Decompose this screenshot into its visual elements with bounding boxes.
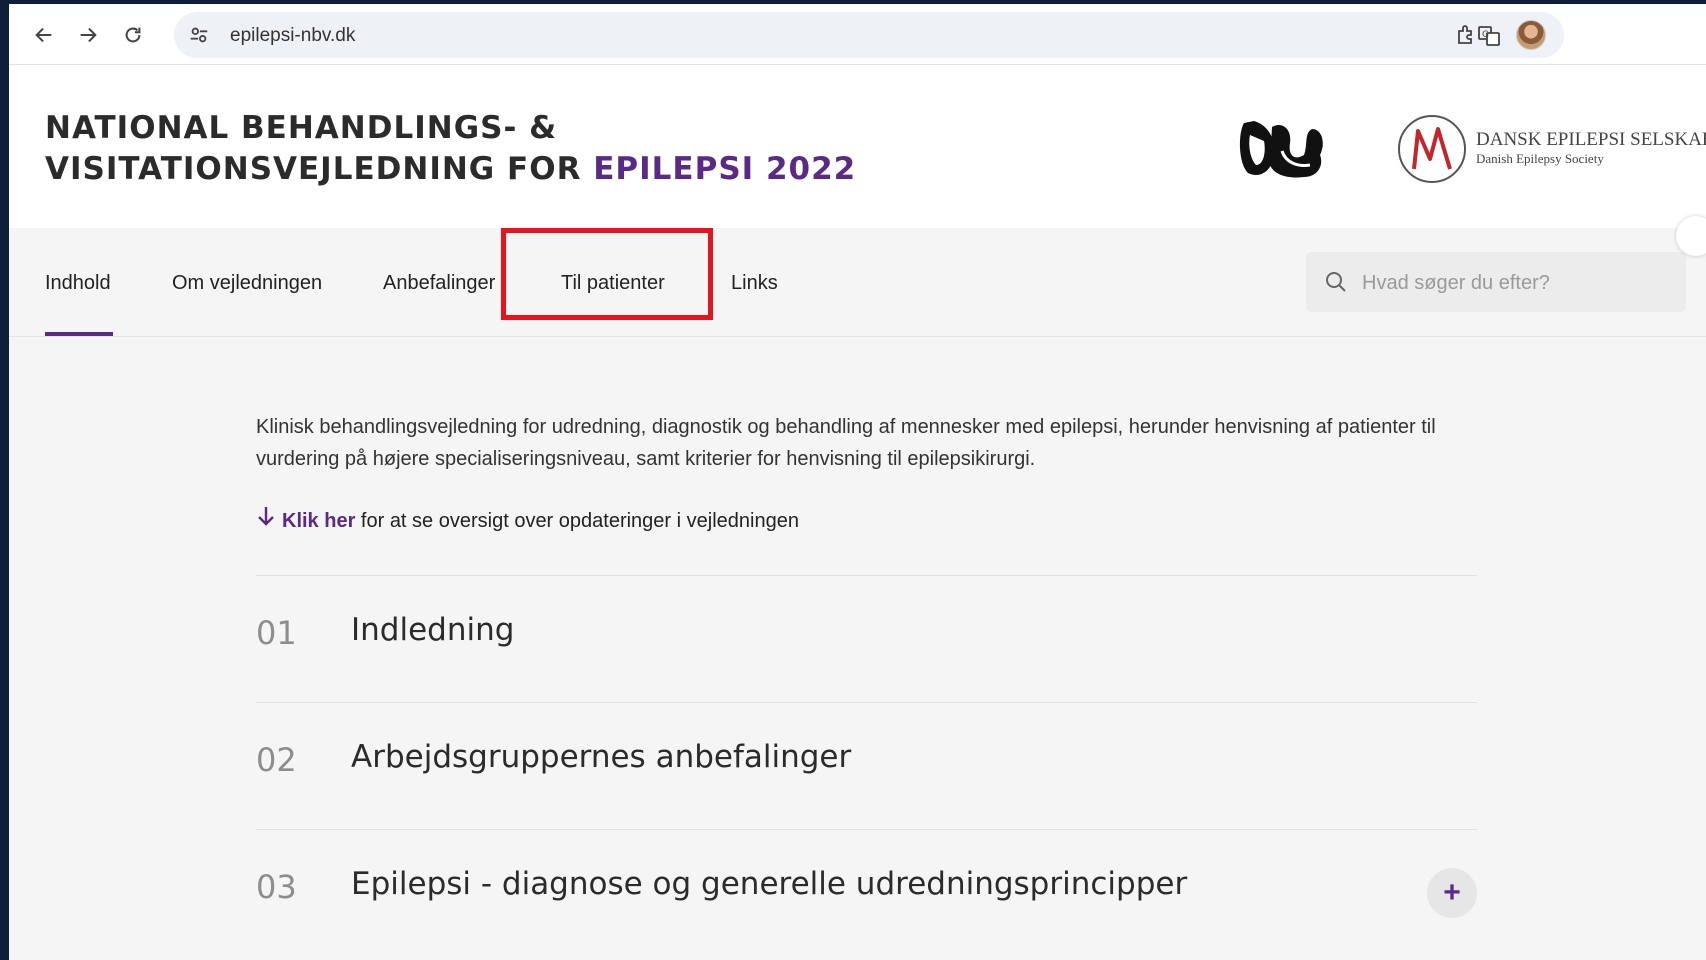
tab-anbefalinger[interactable]: Anbefalinger xyxy=(383,272,495,295)
section-number: 01 xyxy=(256,614,297,652)
tab-indhold[interactable]: Indhold xyxy=(45,272,111,295)
extensions-icon[interactable] xyxy=(1449,18,1483,52)
site-settings-icon[interactable] xyxy=(188,24,210,46)
title-line-1: NATIONAL BEHANDLINGS- & xyxy=(45,110,558,146)
tab-om-vejledningen[interactable]: Om vejledningen xyxy=(172,272,322,295)
address-bar[interactable]: epilepsi-nbv.dk G xyxy=(174,12,1564,58)
dansk-epilepsi-selskab-logo[interactable]: DANSK EPILEPSI SELSKAB Danish Epilepsy S… xyxy=(1384,111,1706,187)
web-page: NATIONAL BEHANDLINGS- & VISITATIONSVEJLE… xyxy=(9,65,1706,960)
site-title[interactable]: NATIONAL BEHANDLINGS- & VISITATIONSVEJLE… xyxy=(45,108,856,190)
arrow-down-icon xyxy=(256,505,282,533)
reload-icon[interactable] xyxy=(116,18,150,52)
expand-plus-button[interactable]: + xyxy=(1427,868,1477,918)
des-logo-subtitle: Danish Epilepsy Society xyxy=(1476,151,1604,166)
search-box[interactable] xyxy=(1306,252,1686,312)
section-item[interactable]: 02 Arbejdsgruppernes anbefalinger xyxy=(256,702,1477,829)
url-text[interactable]: epilepsi-nbv.dk xyxy=(230,25,355,47)
highlight-til-patienter xyxy=(501,228,713,320)
profile-avatar[interactable] xyxy=(1514,18,1548,52)
tab-links[interactable]: Links xyxy=(731,272,778,295)
forward-icon[interactable] xyxy=(71,18,105,52)
intro-text: Klinisk behandlingsvejledning for udredn… xyxy=(256,416,1436,470)
section-title: Arbejdsgruppernes anbefalinger xyxy=(351,739,852,775)
browser-toolbar: epilepsi-nbv.dk G xyxy=(9,4,1706,65)
search-input[interactable] xyxy=(1360,266,1664,300)
section-number: 02 xyxy=(256,741,297,779)
section-item[interactable]: 03 Epilepsi - diagnose og generelle udre… xyxy=(256,829,1477,956)
section-number: 03 xyxy=(256,868,297,906)
title-line-2: VISITATIONSVEJLEDNING FOR EPILEPSI 2022 xyxy=(45,149,856,190)
klik-her-link[interactable]: Klik her xyxy=(282,510,355,532)
site-header: NATIONAL BEHANDLINGS- & VISITATIONSVEJLE… xyxy=(9,65,1706,228)
active-tab-indicator xyxy=(45,332,113,336)
dnf-logo[interactable] xyxy=(1234,115,1330,185)
updates-link-rest: for at se oversigt over opdateringer i v… xyxy=(355,510,799,532)
svg-text:G: G xyxy=(1482,30,1489,40)
section-title: Epilepsi - diagnose og generelle udredni… xyxy=(351,866,1188,902)
des-logo-name: DANSK EPILEPSI SELSKAB xyxy=(1476,129,1706,150)
search-icon xyxy=(1326,272,1346,292)
main-nav: Indhold Om vejledningen Anbefalinger Til… xyxy=(9,228,1706,337)
back-icon[interactable] xyxy=(27,18,61,52)
title-prefix: VISITATIONSVEJLEDNING FOR xyxy=(45,151,594,187)
avatar xyxy=(1516,20,1546,50)
section-item[interactable]: 01 Indledning xyxy=(256,575,1477,702)
section-title: Indledning xyxy=(351,612,515,648)
des-seal-icon xyxy=(1398,115,1466,183)
updates-link-row: Klik her for at se oversigt over opdater… xyxy=(256,505,799,533)
title-accent: EPILEPSI 2022 xyxy=(593,151,857,187)
